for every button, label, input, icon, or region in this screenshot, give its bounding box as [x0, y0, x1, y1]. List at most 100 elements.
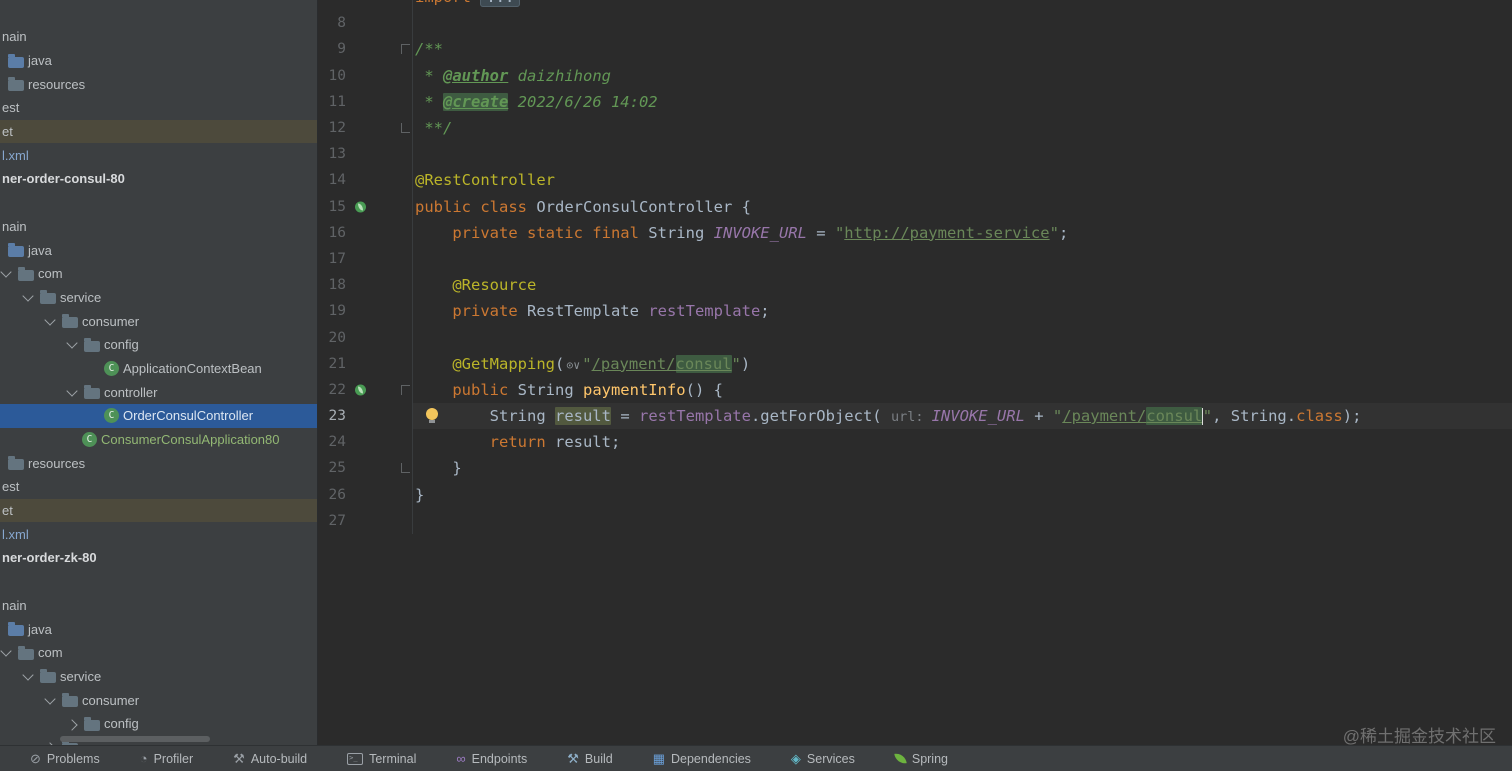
- tree-item-ner-order-consul-80[interactable]: ner-order-consul-80: [0, 167, 317, 191]
- code-line-10[interactable]: 10 * @author daizhihong: [319, 62, 1512, 89]
- gutter[interactable]: 24: [319, 429, 413, 456]
- statusbar-item-terminal[interactable]: >_ Terminal: [347, 752, 416, 766]
- gutter[interactable]: 18: [319, 272, 413, 299]
- tree-item-l-xml[interactable]: l.xml: [0, 143, 317, 167]
- code-line-14[interactable]: 14 @RestController: [319, 167, 1512, 194]
- code-line-13[interactable]: 13: [319, 141, 1512, 168]
- code-text[interactable]: **/: [413, 115, 1512, 141]
- code-line-18[interactable]: 18 @Resource: [319, 272, 1512, 299]
- code-text[interactable]: [413, 508, 1512, 534]
- code-text[interactable]: private RestTemplate restTemplate;: [413, 298, 1512, 324]
- code-line-21[interactable]: 21 @GetMapping(⊙∨ "/payment/consul"): [319, 350, 1512, 377]
- code-text[interactable]: @Resource: [413, 272, 1512, 298]
- tree-item-nain[interactable]: nain: [0, 25, 317, 49]
- code-text[interactable]: [413, 141, 1512, 167]
- gutter[interactable]: 26: [319, 481, 413, 508]
- code-text[interactable]: /**: [413, 36, 1512, 62]
- code-line-16[interactable]: 16 private static final String INVOKE_UR…: [319, 219, 1512, 246]
- chevron-down-icon[interactable]: [22, 290, 34, 302]
- gutter[interactable]: [319, 0, 413, 11]
- code-line-26[interactable]: 26}: [319, 481, 1512, 508]
- gutter[interactable]: 12: [319, 114, 413, 142]
- tree-item-java[interactable]: java: [0, 49, 317, 73]
- gutter[interactable]: 27: [319, 507, 413, 534]
- code-line-20[interactable]: 20: [319, 324, 1512, 351]
- tree-item-resources[interactable]: resources: [0, 72, 317, 96]
- code-line-27[interactable]: 27: [319, 507, 1512, 534]
- code-text[interactable]: @GetMapping(⊙∨ "/payment/consul"): [413, 351, 1512, 377]
- gutter[interactable]: 19: [319, 298, 413, 325]
- tree-item-et[interactable]: et: [0, 119, 317, 144]
- code-text[interactable]: * @author daizhihong: [413, 63, 1512, 89]
- statusbar-item-auto-build[interactable]: ⚒ Auto-build: [233, 752, 307, 766]
- spring-bean-icon[interactable]: [355, 201, 366, 213]
- chevron-down-icon[interactable]: [22, 669, 34, 681]
- tree-item-java[interactable]: java: [0, 238, 317, 262]
- code-text[interactable]: private static final String INVOKE_URL =…: [413, 220, 1512, 246]
- tree-item-consumerconsulapplication80[interactable]: C ConsumerConsulApplication80: [0, 428, 317, 452]
- code-text[interactable]: String result = restTemplate.getForObjec…: [413, 403, 1512, 430]
- statusbar-item-services[interactable]: ◈ Services: [791, 752, 855, 766]
- chevron-down-icon[interactable]: [0, 266, 12, 278]
- gutter[interactable]: 16: [319, 219, 413, 246]
- tree-item-service[interactable]: service: [0, 665, 317, 689]
- chevron-down-icon[interactable]: [0, 645, 12, 657]
- code-line-17[interactable]: 17: [319, 245, 1512, 273]
- gutter[interactable]: 11: [319, 88, 413, 115]
- tree-item-com[interactable]: com: [0, 262, 317, 286]
- statusbar-item-dependencies[interactable]: ▦ Dependencies: [653, 752, 751, 766]
- gutter[interactable]: 17: [319, 245, 413, 273]
- statusbar-item-endpoints[interactable]: ∞ Endpoints: [456, 752, 527, 766]
- chevron-down-icon[interactable]: [44, 692, 56, 705]
- tree-item-et[interactable]: et: [0, 498, 317, 523]
- gutter[interactable]: 22: [319, 376, 413, 403]
- tree-item-service[interactable]: service: [0, 286, 317, 310]
- gutter[interactable]: 25: [319, 455, 413, 482]
- code-text[interactable]: [413, 246, 1512, 272]
- code-line-23[interactable]: 23 String result = restTemplate.getForOb…: [319, 403, 1512, 430]
- fold-marker[interactable]: [401, 123, 410, 134]
- gutter[interactable]: 9: [319, 36, 413, 63]
- code-line-12[interactable]: 12 **/: [319, 114, 1512, 142]
- chevron-down-icon[interactable]: [66, 384, 78, 397]
- tree-item-config[interactable]: config: [0, 712, 317, 736]
- code-line-19[interactable]: 19 private RestTemplate restTemplate;: [319, 298, 1512, 325]
- gutter[interactable]: 21: [319, 350, 413, 377]
- tree-item-applicationcontextbean[interactable]: C ApplicationContextBean: [0, 357, 317, 381]
- code-text[interactable]: * @create 2022/6/26 14:02: [413, 89, 1512, 115]
- statusbar-item-spring[interactable]: Spring: [894, 752, 948, 766]
- tree-item-consumer[interactable]: consumer: [0, 688, 317, 712]
- code-line-top[interactable]: import ...: [319, 0, 1512, 11]
- fold-marker[interactable]: [401, 44, 410, 55]
- statusbar-item-build[interactable]: ⚒ Build: [567, 752, 612, 766]
- code-text[interactable]: [413, 324, 1512, 350]
- code-line-22[interactable]: 22 public String paymentInfo() {: [319, 376, 1512, 403]
- chevron-down-icon[interactable]: [66, 337, 78, 349]
- code-line-9[interactable]: 9 /**: [319, 36, 1512, 63]
- tree-item-est[interactable]: est: [0, 96, 317, 120]
- statusbar-item-problems[interactable]: ⊘ Problems: [30, 752, 100, 766]
- gutter[interactable]: 23: [319, 403, 413, 430]
- chevron-down-icon[interactable]: [44, 313, 56, 326]
- intention-bulb-icon[interactable]: [426, 408, 438, 423]
- gutter[interactable]: 20: [319, 324, 413, 351]
- gutter[interactable]: 15: [319, 193, 413, 220]
- code-text[interactable]: }: [413, 482, 1512, 508]
- gutter[interactable]: 14: [319, 167, 413, 194]
- code-text[interactable]: @RestController: [413, 167, 1512, 193]
- statusbar-item-profiler[interactable]: ◔ Profiler: [140, 752, 193, 766]
- tree-item-java[interactable]: java: [0, 617, 317, 641]
- code-text[interactable]: public class OrderConsulController {: [413, 194, 1512, 220]
- tree-item-orderconsulcontroller[interactable]: C OrderConsulController: [0, 404, 317, 428]
- fold-marker[interactable]: [401, 384, 410, 395]
- tree-item-config[interactable]: config: [0, 333, 317, 357]
- tree-item-com[interactable]: com: [0, 641, 317, 665]
- code-text[interactable]: import ...: [413, 0, 1512, 10]
- spring-bean-icon[interactable]: [355, 384, 366, 396]
- gutter[interactable]: 8: [319, 10, 413, 37]
- code-editor[interactable]: import ...89/**10 * @author daizhihong11…: [319, 0, 1512, 745]
- tree-item-resources[interactable]: resources: [0, 451, 317, 475]
- code-line-24[interactable]: 24 return result;: [319, 429, 1512, 456]
- code-line-8[interactable]: 8: [319, 10, 1512, 37]
- tree-item-controller[interactable]: controller: [0, 380, 317, 404]
